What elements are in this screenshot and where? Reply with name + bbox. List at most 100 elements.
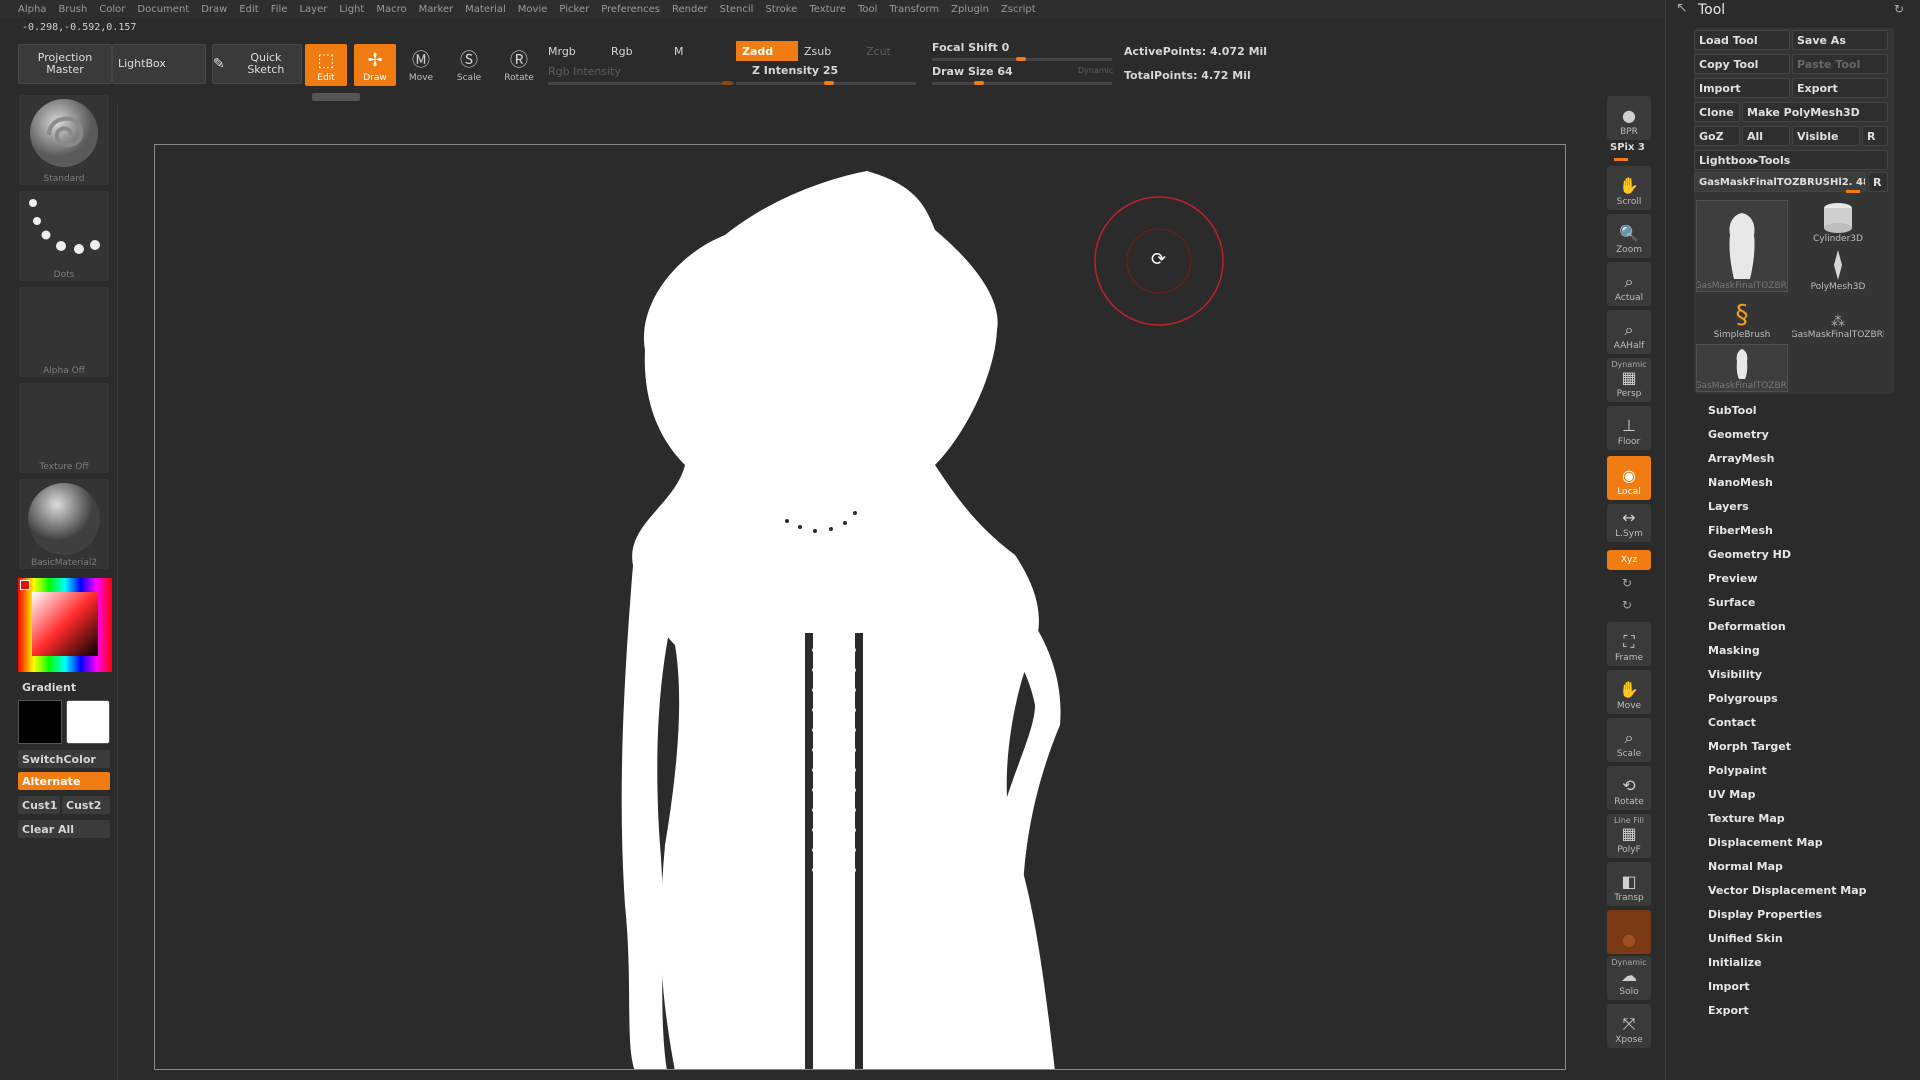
menu-item-material[interactable]: Material (465, 4, 506, 15)
menu-item-tool[interactable]: Tool (858, 4, 877, 15)
saturation-square[interactable] (32, 592, 98, 656)
subpalette-deformation[interactable]: Deformation (1708, 620, 1786, 633)
subpalette-geometry-hd[interactable]: Geometry HD (1708, 548, 1791, 561)
bpr-button[interactable]: ● BPR (1607, 96, 1651, 140)
xyz-button[interactable]: Xyz (1607, 550, 1651, 570)
current-tool-slider-knob[interactable] (1846, 190, 1860, 193)
goz-r-button[interactable]: R (1862, 126, 1888, 146)
subpalette-arraymesh[interactable]: ArrayMesh (1708, 452, 1774, 465)
menu-item-render[interactable]: Render (672, 4, 708, 15)
projection-master-button[interactable]: Projection Master (18, 44, 112, 84)
z-intensity-slider[interactable]: Z Intensity 25 (752, 64, 838, 77)
rotate-z-icon[interactable]: ↻ (1622, 598, 1632, 612)
subpalette-texture-map[interactable]: Texture Map (1708, 812, 1785, 825)
polyf-button[interactable]: Line Fill ▦ PolyF (1607, 814, 1651, 858)
rotate-view-button[interactable]: ⟲ Rotate (1607, 766, 1651, 810)
save-as-button[interactable]: Save As (1792, 30, 1888, 50)
xpose-button[interactable]: ⤧ Xpose (1607, 1004, 1651, 1048)
copy-tool-button[interactable]: Copy Tool (1694, 54, 1790, 74)
focal-shift-slider[interactable]: Focal Shift 0 (932, 41, 1009, 54)
local-button[interactable]: ◉ Local (1607, 456, 1651, 500)
aahalf-button[interactable]: ⌕ AAHalf (1607, 310, 1651, 354)
scale-button[interactable]: Ⓢ Scale (448, 44, 490, 86)
menu-item-marker[interactable]: Marker (419, 4, 454, 15)
subpalette-nanomesh[interactable]: NanoMesh (1708, 476, 1773, 489)
tool-thumb-cylinder3d[interactable]: Cylinder3D (1792, 200, 1884, 244)
subpalette-polygroups[interactable]: Polygroups (1708, 692, 1778, 705)
lightbox-button[interactable]: LightBox (112, 44, 206, 84)
paste-tool-button[interactable]: Paste Tool (1792, 54, 1888, 74)
rgb-intensity-track[interactable] (548, 82, 734, 85)
menu-item-alpha[interactable]: Alpha (18, 4, 46, 15)
edit-button[interactable]: ⬚ Edit (305, 44, 347, 86)
material-thumbnail[interactable]: BasicMaterial2 (18, 478, 110, 570)
make-polymesh-button[interactable]: Make PolyMesh3D (1742, 102, 1888, 122)
rgb-intensity-knob[interactable] (722, 81, 732, 85)
canvas-scroll-tab[interactable] (312, 93, 360, 101)
menu-item-transform[interactable]: Transform (889, 4, 939, 15)
zoom-button[interactable]: 🔍 Zoom (1607, 214, 1651, 258)
rotate-button[interactable]: Ⓡ Rotate (498, 44, 540, 86)
color-picker[interactable] (18, 578, 112, 672)
gradient-toggle[interactable]: Gradient (18, 678, 76, 696)
menu-item-texture[interactable]: Texture (809, 4, 846, 15)
subpalette-surface[interactable]: Surface (1708, 596, 1755, 609)
subpalette-initialize[interactable]: Initialize (1708, 956, 1762, 969)
menu-item-macro[interactable]: Macro (376, 4, 406, 15)
current-tool-slider[interactable]: GasMaskFinalTOZBRUSHl2. 48 (1694, 172, 1866, 192)
texture-thumbnail[interactable]: Texture Off (18, 382, 110, 474)
goz-all-button[interactable]: All (1742, 126, 1790, 146)
actual-button[interactable]: ⌕ Actual (1607, 262, 1651, 306)
alternate-button[interactable]: Alternate (18, 772, 110, 790)
cust1-button[interactable]: Cust1 (18, 796, 60, 814)
spix-slider-knob[interactable] (1614, 158, 1628, 161)
tool-thumb-gasmask-small[interactable]: ⁂ GasMaskFinalTOZBRl (1792, 296, 1884, 340)
scroll-button[interactable]: ✋ Scroll (1607, 166, 1651, 210)
subpalette-geometry[interactable]: Geometry (1708, 428, 1769, 441)
draw-size-track[interactable] (932, 82, 1112, 85)
export-button[interactable]: Export (1792, 78, 1888, 98)
lsym-button[interactable]: ↔ L.Sym (1607, 504, 1651, 542)
tool-thumb-gasmask-second[interactable]: GasMaskFinalTOZBRl (1696, 344, 1788, 392)
spix-slider[interactable]: SPix 3 (1610, 142, 1645, 153)
subpalette-displacement-map[interactable]: Displacement Map (1708, 836, 1823, 849)
subpalette-uv-map[interactable]: UV Map (1708, 788, 1756, 801)
menu-item-preferences[interactable]: Preferences (601, 4, 660, 15)
rgb-intensity-slider[interactable]: Rgb Intensity (548, 65, 621, 78)
scale-view-button[interactable]: ⌕ Scale (1607, 718, 1651, 762)
m-button[interactable]: M (674, 45, 684, 58)
menu-item-movie[interactable]: Movie (518, 4, 548, 15)
lightbox-tools-button[interactable]: Lightbox▸Tools (1694, 150, 1888, 170)
transp-button[interactable]: ◧ Transp (1607, 862, 1651, 906)
menu-item-zplugin[interactable]: Zplugin (951, 4, 989, 15)
persp-button[interactable]: Dynamic ▦ Persp (1607, 358, 1651, 402)
menu-item-light[interactable]: Light (339, 4, 364, 15)
current-tool-r-button[interactable]: R (1868, 172, 1888, 192)
menu-item-draw[interactable]: Draw (201, 4, 227, 15)
tool-thumb-polymesh3d[interactable]: PolyMesh3D (1792, 248, 1884, 292)
zsub-button[interactable]: Zsub (804, 45, 831, 58)
subpalette-contact[interactable]: Contact (1708, 716, 1756, 729)
draw-size-slider[interactable]: Draw Size 64 (932, 65, 1013, 78)
rotate-y-icon[interactable]: ↻ (1622, 576, 1632, 590)
move-view-button[interactable]: ✋ Move (1607, 670, 1651, 714)
subpalette-normal-map[interactable]: Normal Map (1708, 860, 1783, 873)
subpalette-morph-target[interactable]: Morph Target (1708, 740, 1791, 753)
brush-thumbnail[interactable]: Standard (18, 94, 110, 186)
menu-item-stroke[interactable]: Stroke (765, 4, 797, 15)
menu-item-document[interactable]: Document (137, 4, 189, 15)
secondary-color-swatch[interactable] (66, 700, 110, 744)
mrgb-button[interactable]: Mrgb (548, 45, 576, 58)
subpalette-unified-skin[interactable]: Unified Skin (1708, 932, 1783, 945)
menu-item-edit[interactable]: Edit (239, 4, 258, 15)
goz-button[interactable]: GoZ (1694, 126, 1740, 146)
main-color-swatch[interactable] (18, 700, 62, 744)
load-tool-button[interactable]: Load Tool (1694, 30, 1790, 50)
switch-color-button[interactable]: SwitchColor (18, 750, 110, 768)
move-button[interactable]: Ⓜ Move (400, 44, 442, 86)
subpalette-vector-displacement-map[interactable]: Vector Displacement Map (1708, 884, 1867, 897)
clone-button[interactable]: Clone (1694, 102, 1740, 122)
tool-thumb-simplebrush[interactable]: § SimpleBrush (1696, 296, 1788, 340)
subpalette-subtool[interactable]: SubTool (1708, 404, 1757, 417)
zcut-button[interactable]: Zcut (866, 45, 891, 58)
